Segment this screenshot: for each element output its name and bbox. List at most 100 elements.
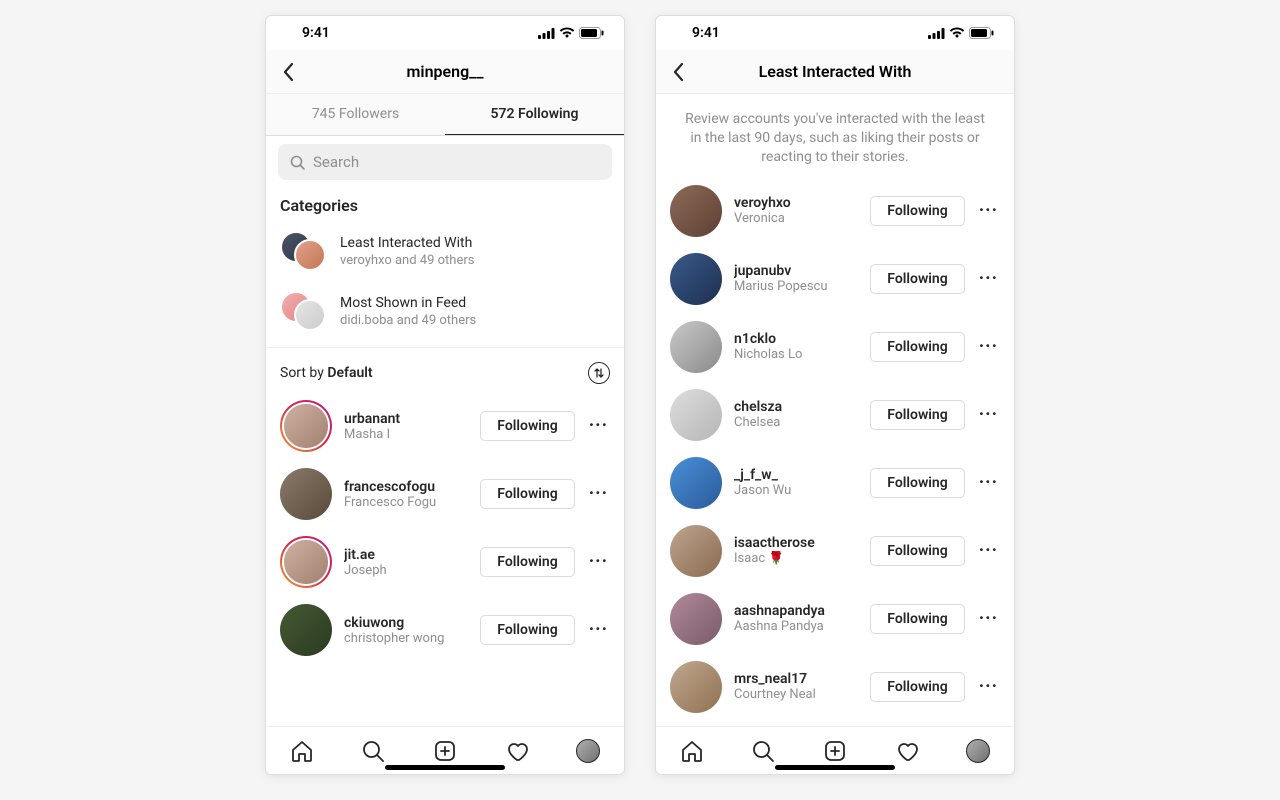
status-bar: 9:41: [266, 16, 624, 50]
more-options-icon[interactable]: ···: [587, 421, 610, 431]
user-info: veroyhxoVeronica: [734, 195, 858, 226]
nav-search[interactable]: [360, 738, 386, 764]
user-row[interactable]: n1ckloNicholas LoFollowing···: [656, 313, 1014, 381]
display-name: Aashna Pandya: [734, 619, 858, 634]
tabs: 745 Followers 572 Following: [266, 94, 624, 136]
category-most-shown[interactable]: Most Shown in Feed didi.boba and 49 othe…: [266, 281, 624, 341]
nav-profile[interactable]: [965, 738, 991, 764]
username: chelsza: [734, 399, 858, 415]
avatar[interactable]: [670, 253, 722, 305]
more-options-icon[interactable]: ···: [977, 410, 1000, 420]
tab-following[interactable]: 572 Following: [445, 94, 624, 135]
nav-activity[interactable]: [504, 738, 530, 764]
more-options-icon[interactable]: ···: [977, 546, 1000, 556]
following-button[interactable]: Following: [870, 196, 964, 226]
following-list: urbanantMasha IFollowing···francescofogu…: [266, 392, 624, 726]
following-button[interactable]: Following: [480, 479, 574, 509]
back-button[interactable]: [278, 62, 298, 82]
following-button[interactable]: Following: [870, 604, 964, 634]
avatar[interactable]: [670, 321, 722, 373]
following-button[interactable]: Following: [870, 332, 964, 362]
sort-row[interactable]: Sort by Default: [266, 348, 624, 392]
nav-new-post[interactable]: [822, 738, 848, 764]
avatar[interactable]: [670, 389, 722, 441]
display-name: Courtney Neal: [734, 687, 858, 702]
user-row[interactable]: francescofoguFrancesco Fogu Following ···: [266, 460, 624, 528]
more-options-icon[interactable]: ···: [977, 478, 1000, 488]
following-button[interactable]: Following: [870, 536, 964, 566]
following-button[interactable]: Following: [870, 468, 964, 498]
user-row[interactable]: mrs_neal17Courtney NealFollowing···: [656, 653, 1014, 721]
display-name: Nicholas Lo: [734, 347, 858, 362]
username: veroyhxo: [734, 195, 858, 211]
following-button[interactable]: Following: [870, 264, 964, 294]
more-options-icon[interactable]: ···: [587, 625, 610, 635]
chevron-left-icon: [672, 62, 684, 82]
display-name: Jason Wu: [734, 483, 858, 498]
search-icon: [290, 155, 305, 170]
screen-description: Review accounts you've interacted with t…: [656, 94, 1014, 177]
user-row[interactable]: jit.aeJosephFollowing···: [266, 528, 624, 596]
user-row[interactable]: veroyhxoVeronica Following ···: [656, 177, 1014, 245]
status-bar: 9:41: [656, 16, 1014, 50]
avatar[interactable]: [280, 536, 332, 588]
user-row[interactable]: aashnapandyaAashna Pandya Following ···: [656, 585, 1014, 653]
following-button[interactable]: Following: [870, 400, 964, 430]
user-row[interactable]: isaactheroseIsaac 🌹Following···: [656, 517, 1014, 585]
user-info: francescofoguFrancesco Fogu: [344, 479, 468, 510]
header: minpeng__: [266, 50, 624, 94]
more-options-icon[interactable]: ···: [587, 489, 610, 499]
following-button[interactable]: Following: [870, 672, 964, 702]
avatar[interactable]: [280, 468, 332, 520]
avatar[interactable]: [670, 593, 722, 645]
search-input[interactable]: Search: [278, 144, 612, 180]
nav-home[interactable]: [679, 738, 705, 764]
more-options-icon[interactable]: ···: [977, 682, 1000, 692]
avatar[interactable]: [670, 457, 722, 509]
category-subtitle: veroyhxo and 49 others: [340, 253, 474, 268]
profile-avatar-icon: [576, 739, 600, 763]
nav-search[interactable]: [750, 738, 776, 764]
following-button[interactable]: Following: [480, 615, 574, 645]
category-avatars: [280, 291, 326, 331]
avatar[interactable]: [670, 525, 722, 577]
display-name: christopher wong: [344, 631, 468, 646]
avatar[interactable]: [280, 400, 332, 452]
user-info: _j_f_w_Jason Wu: [734, 467, 858, 498]
category-subtitle: didi.boba and 49 others: [340, 313, 476, 328]
home-indicator: [385, 765, 505, 770]
user-row[interactable]: urbanantMasha IFollowing···: [266, 392, 624, 460]
avatar[interactable]: [670, 661, 722, 713]
user-info: jupanubvMarius Popescu: [734, 263, 858, 294]
following-button[interactable]: Following: [480, 411, 574, 441]
nav-activity[interactable]: [894, 738, 920, 764]
username: _j_f_w_: [734, 467, 858, 483]
more-options-icon[interactable]: ···: [977, 274, 1000, 284]
user-row[interactable]: chelszaChelsea Following ···: [656, 381, 1014, 449]
category-title: Least Interacted With: [340, 235, 474, 251]
nav-home[interactable]: [289, 738, 315, 764]
nav-profile[interactable]: [575, 738, 601, 764]
status-icons: [928, 27, 994, 39]
user-info: aashnapandyaAashna Pandya: [734, 603, 858, 634]
avatar[interactable]: [670, 185, 722, 237]
nav-new-post[interactable]: [432, 738, 458, 764]
display-name: Isaac 🌹: [734, 551, 858, 566]
more-options-icon[interactable]: ···: [977, 614, 1000, 624]
avatar[interactable]: [280, 604, 332, 656]
more-options-icon[interactable]: ···: [587, 557, 610, 567]
user-row[interactable]: _j_f_w_Jason Wu Following ···: [656, 449, 1014, 517]
least-interacted-list: veroyhxoVeronicaFollowing···jupanubvMari…: [656, 177, 1014, 726]
more-options-icon[interactable]: ···: [977, 342, 1000, 352]
category-least-interacted[interactable]: Least Interacted With veroyhxo and 49 ot…: [266, 221, 624, 281]
following-button[interactable]: Following: [480, 547, 574, 577]
user-row[interactable]: jupanubvMarius Popescu Following ···: [656, 245, 1014, 313]
more-options-icon[interactable]: ···: [977, 206, 1000, 216]
back-button[interactable]: [668, 62, 688, 82]
user-info: chelszaChelsea: [734, 399, 858, 430]
tab-followers[interactable]: 745 Followers: [266, 94, 445, 135]
user-row[interactable]: ckiuwongchristopher wongFollowing···: [266, 596, 624, 664]
battery-icon: [969, 27, 994, 39]
sort-icon[interactable]: [588, 362, 610, 384]
username: urbanant: [344, 411, 468, 427]
